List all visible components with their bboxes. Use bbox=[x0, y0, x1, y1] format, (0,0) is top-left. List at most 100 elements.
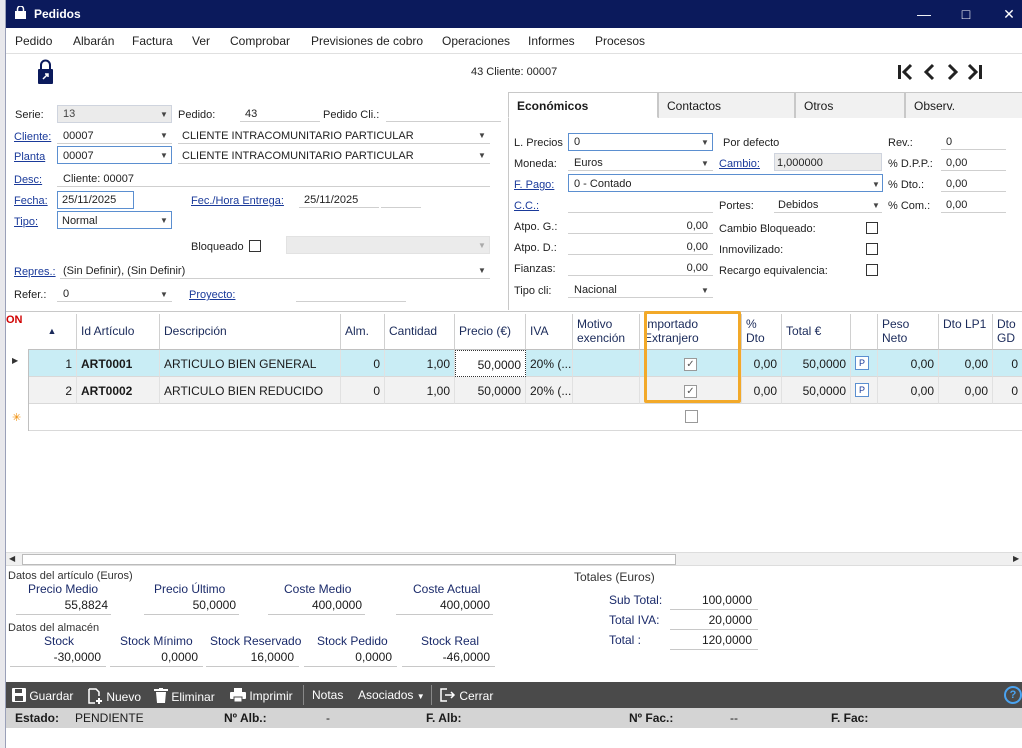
cell-alm[interactable]: 0 bbox=[341, 350, 385, 377]
cell-cantidad[interactable]: 1,00 bbox=[385, 377, 455, 404]
menu-albaran[interactable]: Albarán bbox=[73, 34, 114, 48]
cell-peso-neto[interactable]: 0,00 bbox=[878, 377, 939, 404]
fpago-label[interactable]: F. Pago: bbox=[514, 179, 554, 191]
desc-label[interactable]: Desc: bbox=[14, 174, 42, 186]
cambio-label[interactable]: Cambio: bbox=[719, 158, 760, 170]
cliente-label[interactable]: Cliente: bbox=[14, 131, 51, 143]
cell-alm[interactable]: 0 bbox=[341, 377, 385, 404]
cell-dto-lp1[interactable]: 0,00 bbox=[939, 350, 993, 377]
cell-motivo-exencion[interactable] bbox=[573, 350, 640, 377]
maximize-icon[interactable]: □ bbox=[956, 4, 976, 24]
cell-peso-neto[interactable]: 0,00 bbox=[878, 350, 939, 377]
menu-pedido[interactable]: Pedido bbox=[15, 34, 52, 48]
cell-dto-lp1[interactable]: 0,00 bbox=[939, 377, 993, 404]
cell-id-articulo[interactable]: ART0002 bbox=[77, 377, 160, 404]
prev-record-icon[interactable] bbox=[923, 63, 935, 81]
cell-precio[interactable]: 50,0000 bbox=[455, 350, 526, 377]
cell-descripcion[interactable]: ARTICULO BIEN GENERAL bbox=[160, 350, 341, 377]
cell-precio[interactable]: 50,0000 bbox=[455, 377, 526, 404]
cell-cantidad[interactable]: 1,00 bbox=[385, 350, 455, 377]
lprecios-field[interactable] bbox=[568, 133, 713, 151]
col-total[interactable]: Total € bbox=[782, 314, 851, 350]
col-p[interactable] bbox=[851, 314, 878, 350]
col-dto[interactable]: % Dto bbox=[742, 314, 782, 350]
cell-iva[interactable]: 20% (... bbox=[526, 377, 573, 404]
eliminar-button[interactable]: Eliminar bbox=[154, 688, 215, 704]
repres-label[interactable]: Repres.: bbox=[14, 266, 56, 278]
tab-economicos[interactable]: Económicos bbox=[508, 92, 658, 118]
cc-label[interactable]: C.C.: bbox=[514, 200, 539, 212]
cell-total[interactable]: 50,0000 bbox=[782, 350, 851, 377]
asociados-button[interactable]: Asociados ▼ bbox=[358, 688, 425, 702]
scroll-right-icon[interactable]: ▶ bbox=[1013, 554, 1019, 563]
table-row[interactable]: 2 ART0002 ARTICULO BIEN REDUCIDO 0 1,00 … bbox=[28, 377, 1022, 404]
grid-header-sort[interactable]: ▲ bbox=[28, 314, 77, 350]
cell-motivo-exencion[interactable] bbox=[573, 377, 640, 404]
col-descripcion[interactable]: Descripción bbox=[160, 314, 341, 350]
menu-factura[interactable]: Factura bbox=[132, 34, 173, 48]
scroll-thumb[interactable] bbox=[22, 554, 676, 565]
imprimir-button[interactable]: Imprimir bbox=[230, 688, 293, 703]
tab-otros[interactable]: Otros bbox=[795, 92, 905, 118]
col-alm[interactable]: Alm. bbox=[341, 314, 385, 350]
cell-total[interactable]: 50,0000 bbox=[782, 377, 851, 404]
cell-iva[interactable]: 20% (... bbox=[526, 350, 573, 377]
col-precio[interactable]: Precio (€) bbox=[455, 314, 526, 350]
refer-field[interactable] bbox=[57, 284, 172, 302]
last-record-icon[interactable] bbox=[967, 63, 982, 81]
tipo-label[interactable]: Tipo: bbox=[14, 216, 38, 228]
new-row[interactable] bbox=[28, 404, 1022, 431]
p-badge[interactable]: P bbox=[855, 383, 869, 397]
col-id-articulo[interactable]: Id Artículo bbox=[77, 314, 160, 350]
col-peso-neto[interactable]: Peso Neto bbox=[878, 314, 939, 350]
pedido-cli-field[interactable] bbox=[386, 104, 501, 122]
bloqueado-checkbox[interactable] bbox=[249, 240, 261, 252]
tab-observ[interactable]: Observ. bbox=[905, 92, 1022, 118]
close-icon[interactable]: ✕ bbox=[999, 4, 1019, 24]
menu-ver[interactable]: Ver bbox=[192, 34, 210, 48]
col-iva[interactable]: IVA bbox=[526, 314, 573, 350]
cambio-bloqueado-checkbox[interactable] bbox=[866, 222, 878, 234]
first-record-icon[interactable] bbox=[898, 63, 913, 81]
cell-p[interactable]: P bbox=[851, 377, 878, 404]
cerrar-button[interactable]: Cerrar bbox=[440, 688, 493, 703]
col-cantidad[interactable]: Cantidad bbox=[385, 314, 455, 350]
col-dto-gd[interactable]: Dto GD bbox=[993, 314, 1022, 350]
guardar-button[interactable]: Guardar bbox=[12, 688, 73, 703]
menu-procesos[interactable]: Procesos bbox=[595, 34, 645, 48]
menu-comprobar[interactable]: Comprobar bbox=[230, 34, 290, 48]
horizontal-scrollbar[interactable]: ◀ ▶ bbox=[6, 552, 1022, 566]
scroll-left-icon[interactable]: ◀ bbox=[9, 554, 15, 563]
cell-dto[interactable]: 0,00 bbox=[742, 377, 782, 404]
inmovilizado-checkbox[interactable] bbox=[866, 243, 878, 255]
cell-dto[interactable]: 0,00 bbox=[742, 350, 782, 377]
fec-entrega-label[interactable]: Fec./Hora Entrega: bbox=[191, 195, 284, 207]
notas-button[interactable]: Notas bbox=[312, 688, 343, 702]
menu-operaciones[interactable]: Operaciones bbox=[442, 34, 510, 48]
cell-importado-extranjero[interactable] bbox=[640, 410, 742, 426]
tab-contactos[interactable]: Contactos bbox=[658, 92, 795, 118]
lock-record-icon[interactable] bbox=[37, 59, 54, 85]
next-record-icon[interactable] bbox=[947, 63, 959, 81]
importado-checkbox[interactable] bbox=[684, 410, 698, 423]
proyecto-field[interactable] bbox=[296, 284, 406, 302]
help-icon[interactable]: ? bbox=[1004, 686, 1022, 704]
hora-entrega-field[interactable] bbox=[381, 190, 421, 208]
nuevo-button[interactable]: Nuevo bbox=[87, 688, 141, 704]
recargo-checkbox[interactable] bbox=[866, 264, 878, 276]
menu-informes[interactable]: Informes bbox=[528, 34, 575, 48]
cell-dto-gd[interactable]: 0 bbox=[993, 350, 1022, 377]
table-row[interactable]: 1 ART0001 ARTICULO BIEN GENERAL 0 1,00 5… bbox=[28, 350, 1022, 377]
cell-descripcion[interactable]: ARTICULO BIEN REDUCIDO bbox=[160, 377, 341, 404]
menu-previsiones[interactable]: Previsiones de cobro bbox=[311, 34, 423, 48]
proyecto-label[interactable]: Proyecto: bbox=[189, 289, 235, 301]
col-dto-lp1[interactable]: Dto LP1 bbox=[939, 314, 993, 350]
minimize-icon[interactable]: — bbox=[914, 4, 934, 24]
cell-p[interactable]: P bbox=[851, 350, 878, 377]
p-badge[interactable]: P bbox=[855, 356, 869, 370]
cell-dto-gd[interactable]: 0 bbox=[993, 377, 1022, 404]
cell-id-articulo[interactable]: ART0001 bbox=[77, 350, 160, 377]
planta-label[interactable]: Planta bbox=[14, 151, 45, 163]
col-motivo-exencion[interactable]: Motivo exención bbox=[573, 314, 640, 350]
fecha-label[interactable]: Fecha: bbox=[14, 195, 48, 207]
